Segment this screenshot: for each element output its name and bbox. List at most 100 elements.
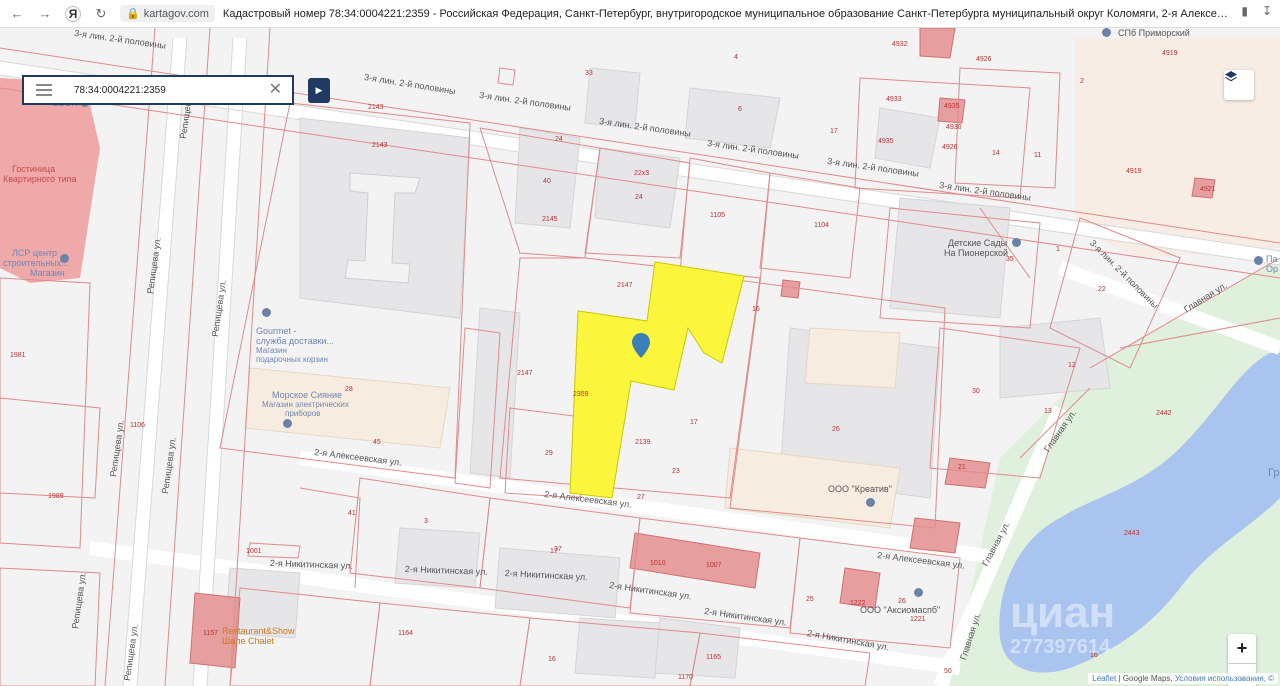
- parcel-number: 4930: [946, 124, 962, 131]
- poi-lsr-line2[interactable]: строительных...: [3, 258, 69, 268]
- parcel-number: 2143: [372, 142, 388, 149]
- parcel-number: 11: [1034, 152, 1042, 159]
- layers-button[interactable]: [1224, 70, 1254, 100]
- map-attribution: Leaflet | Google Maps, Условия использов…: [1088, 673, 1278, 684]
- parcel-number: 6: [738, 106, 742, 113]
- parcel-number: 2147: [617, 282, 633, 289]
- page-title: Кадастровый номер 78:34:0004221:2359 - Р…: [222, 7, 1233, 20]
- parcel-number: 28: [345, 386, 353, 393]
- parcel-number: 24: [635, 194, 643, 201]
- parcel-number: 45: [373, 439, 381, 446]
- parcel-number: 1221: [910, 616, 926, 623]
- parcel-number: 1164: [398, 630, 414, 637]
- google-maps-link[interactable]: Google Maps: [1123, 674, 1171, 683]
- watermark: циан: [1010, 588, 1116, 637]
- parcel-number: 29: [545, 450, 553, 457]
- parcel-number: 27: [637, 494, 645, 501]
- poi-hotel-line2[interactable]: Квартирного типа: [3, 174, 77, 184]
- parcel-number: 4933: [886, 96, 902, 103]
- poi-restaurant-line2[interactable]: Шале Chalet: [222, 636, 274, 646]
- poi-gourmet-line2[interactable]: служба доставки...: [256, 336, 334, 346]
- terms-link[interactable]: Условия использования, ©: [1175, 674, 1274, 683]
- yandex-icon[interactable]: Я: [62, 3, 84, 25]
- parcel-number: 17: [690, 419, 698, 426]
- parcel-number: 22x3: [634, 170, 650, 177]
- poi-pa-line2[interactable]: Ор: [1266, 264, 1278, 274]
- poi-gourmet-line4[interactable]: подарочных корзин: [256, 355, 328, 365]
- parcel-number: 2143: [368, 104, 384, 111]
- parcel-number: 2145: [542, 216, 558, 223]
- parcel-number: 1222: [850, 600, 866, 607]
- parcel-number: 17: [830, 128, 838, 135]
- parcel-number: 16: [752, 306, 760, 313]
- poi-gourmet-line1[interactable]: Gourmet -: [256, 326, 297, 336]
- poi-gr[interactable]: Гр: [1268, 468, 1279, 479]
- parcel-number: 41: [348, 510, 356, 517]
- poi-morskoe-line3[interactable]: приборов: [285, 409, 320, 419]
- parcel-number: 1105: [710, 212, 726, 219]
- parcel-number: 1001: [246, 548, 262, 555]
- browser-toolbar: ← → Я ↻ 🔒 kartagov.com Кадастровый номер…: [0, 0, 1280, 28]
- parcel-number: 2443: [1124, 530, 1140, 537]
- aksioma-pin-icon: [914, 588, 923, 597]
- parcel-number: 4935: [944, 103, 960, 110]
- parcel-number: 35: [1006, 256, 1014, 263]
- poi-lsr-line3[interactable]: Магазин: [30, 268, 65, 278]
- parcel-number: 1157: [203, 630, 219, 637]
- gourmet-pin-icon: [262, 308, 271, 317]
- poi-detsad-line2[interactable]: На Пионерской: [944, 248, 1008, 258]
- parcel-number: 1165: [706, 654, 722, 661]
- close-icon[interactable]: ✕: [269, 82, 282, 98]
- parcel-number: 1981: [10, 352, 26, 359]
- parcel-number: 2359: [573, 391, 589, 398]
- address-bar[interactable]: 🔒 kartagov.com: [120, 5, 215, 22]
- parcel-number: 22: [1098, 286, 1106, 293]
- parcel-number: 40: [543, 178, 551, 185]
- parcel-number: 1104: [814, 222, 830, 229]
- poi-pa-line1[interactable]: Па: [1266, 254, 1277, 264]
- selected-parcel: [569, 261, 745, 499]
- forward-icon[interactable]: →: [34, 3, 56, 25]
- detsad-pin-icon: [1012, 238, 1021, 247]
- poi-restaurant-line1[interactable]: Restaurant&Show: [222, 626, 295, 636]
- poi-hotel-line1[interactable]: Гостиница: [12, 164, 55, 174]
- parcel-number: 14: [992, 150, 1000, 157]
- parcel-number: 1: [1056, 246, 1060, 253]
- layers-icon: [1225, 71, 1237, 82]
- reload-icon[interactable]: ↻: [90, 3, 112, 25]
- bookmark-icon[interactable]: ▮: [1241, 4, 1248, 18]
- map-canvas[interactable]: 3-я лин. 2-й половины 3-я лин. 2-й полов…: [0, 28, 1280, 686]
- search-go-button[interactable]: ▶: [308, 78, 330, 103]
- parcel-number: 4919: [1162, 50, 1178, 57]
- lock-icon: 🔒: [126, 8, 140, 20]
- chevron-right-icon: ▶: [315, 85, 323, 95]
- parcel-number: 16: [548, 656, 556, 663]
- search-input[interactable]: [72, 83, 266, 97]
- download-icon[interactable]: ↧: [1262, 4, 1272, 18]
- leaflet-link[interactable]: Leaflet: [1092, 674, 1116, 683]
- parcel-number: 37: [554, 546, 562, 553]
- url-text: kartagov.com: [143, 7, 209, 20]
- back-icon[interactable]: ←: [6, 3, 28, 25]
- zoom-in-button[interactable]: +: [1228, 634, 1256, 664]
- parcel-number: 3: [424, 518, 428, 525]
- parcel-number: 1010: [650, 560, 666, 567]
- poi-kreativ[interactable]: ООО "Креатив": [828, 484, 892, 494]
- parcel-number: 23: [672, 468, 680, 475]
- parcel-number: 2147: [517, 370, 533, 377]
- parcel-number: 4926: [976, 56, 992, 63]
- poi-detsad-line1[interactable]: Детские Сады: [948, 238, 1007, 248]
- parcel-number: 4926: [942, 144, 958, 151]
- poi-spb[interactable]: СПб Приморский: [1118, 28, 1190, 38]
- watermark-id: 277397614: [1010, 636, 1111, 658]
- kreativ-pin-icon: [866, 498, 875, 507]
- parcel-number: 33: [585, 70, 593, 77]
- poi-morskoe-line1[interactable]: Морское Сияние: [272, 390, 342, 400]
- parcel-number: 24: [555, 136, 563, 143]
- poi-aksioma[interactable]: ООО "Аксиомаспб": [860, 605, 940, 615]
- park-pin-icon: [1254, 256, 1263, 265]
- parcel-number: 21: [958, 464, 966, 471]
- poi-lsr-line1[interactable]: ЛСР центр: [12, 248, 57, 258]
- menu-icon[interactable]: [36, 84, 52, 96]
- parcel-number: 2: [1080, 78, 1084, 85]
